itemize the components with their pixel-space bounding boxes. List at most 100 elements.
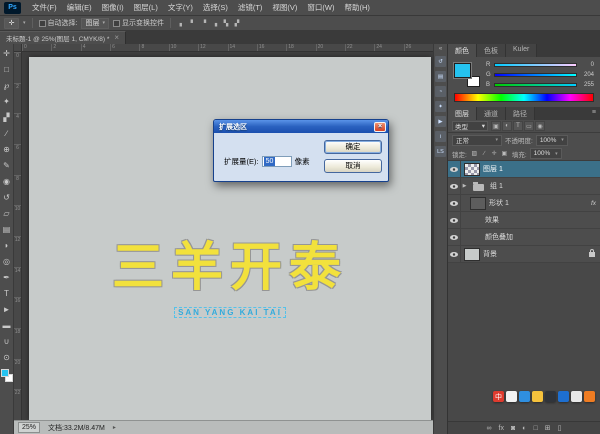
document-tab[interactable]: 未标题-1 @ 25%(图层 1, CMYK/8) * × [0, 31, 126, 44]
panel-tab[interactable]: 通道 [477, 107, 506, 120]
delete-layer-icon[interactable]: ▯ [558, 425, 562, 432]
layer-name[interactable]: 组 1 [490, 181, 503, 191]
properties-panel-icon[interactable]: ▤ [435, 71, 446, 82]
show-transform-checkbox[interactable]: 显示变换控件 [113, 18, 164, 28]
layer-name[interactable]: 图层 1 [483, 164, 503, 174]
tray-icon-6[interactable] [558, 391, 569, 402]
move-tool[interactable]: ✛ [0, 46, 14, 62]
menu-item[interactable]: 图像(I) [97, 0, 129, 15]
menu-item[interactable]: 选择(S) [198, 0, 233, 15]
slider-track[interactable] [494, 63, 577, 67]
ls-extension-icon[interactable]: LS [435, 146, 446, 157]
menu-item[interactable]: 图层(L) [129, 0, 163, 15]
tool-preset-arrow-icon[interactable]: ▾ [23, 20, 26, 26]
layer-thumbnail[interactable] [470, 197, 486, 210]
fill-dropdown[interactable]: 100% ▾ [530, 148, 562, 159]
align-icon[interactable]: ▝ [199, 18, 209, 28]
lasso-tool[interactable]: ℘ [0, 78, 14, 94]
group-twisty-icon[interactable]: ▶ [461, 183, 468, 189]
slider-track[interactable] [494, 83, 577, 87]
blend-mode-dropdown[interactable]: 正常 ▾ [452, 135, 502, 146]
dialog-close-button[interactable]: × [374, 122, 386, 132]
lock-option-icon[interactable]: ▨ [470, 149, 479, 158]
fx-badge[interactable]: fx [591, 200, 596, 207]
clone-stamp-tool[interactable]: ◉ [0, 174, 14, 190]
menu-item[interactable]: 窗口(W) [302, 0, 339, 15]
filter-kind-icon[interactable]: ▭ [524, 121, 534, 131]
auto-select-checkbox[interactable]: 自动选择: [39, 18, 78, 28]
visibility-toggle[interactable] [448, 161, 461, 177]
layer-row[interactable]: ▶ 组 1 [448, 178, 600, 195]
layer-row[interactable]: ▶ 颜色叠加 [448, 229, 600, 246]
layer-thumbnail[interactable] [464, 248, 480, 261]
cancel-button[interactable]: 取消 [324, 159, 382, 173]
visibility-toggle[interactable] [448, 229, 461, 245]
color-spectrum-ramp[interactable] [454, 93, 594, 102]
ok-button[interactable]: 确定 [324, 140, 382, 154]
layer-thumbnail[interactable] [471, 180, 487, 193]
rectangle-tool[interactable]: ▬ [0, 318, 14, 334]
align-icon[interactable]: ▚ [221, 18, 231, 28]
filter-kind-icon[interactable]: ▣ [491, 121, 501, 131]
layer-filter-dropdown[interactable]: 类型 ▾ [452, 121, 488, 131]
dialog-titlebar[interactable]: 扩展选区 × [214, 120, 388, 133]
adjustments-panel-icon[interactable]: ◔ [435, 86, 446, 97]
layer-row[interactable]: ▶ 形状 1 fx [448, 195, 600, 212]
menu-item[interactable]: 帮助(H) [340, 0, 375, 15]
adjustment-layer-icon[interactable]: ◐ [522, 425, 526, 432]
crop-tool[interactable]: ▞ [0, 110, 14, 126]
filter-kind-icon[interactable]: ◉ [535, 121, 545, 131]
align-icon[interactable]: ▞ [232, 18, 242, 28]
checkbox-icon[interactable] [39, 20, 46, 27]
brush-tool[interactable]: ✎ [0, 158, 14, 174]
type-tool[interactable]: T [0, 286, 14, 302]
zoom-level[interactable]: 25% [18, 422, 40, 433]
foreground-color-swatch[interactable] [454, 63, 471, 78]
new-layer-icon[interactable]: ⊞ [545, 425, 551, 432]
history-brush-tool[interactable]: ↺ [0, 190, 14, 206]
visibility-toggle[interactable] [448, 212, 461, 228]
lock-option-icon[interactable]: ✛ [490, 149, 499, 158]
foreground-color-swatch[interactable] [1, 369, 9, 377]
styles-panel-icon[interactable]: ✦ [435, 101, 446, 112]
healing-brush-tool[interactable]: ⊕ [0, 142, 14, 158]
eraser-tool[interactable]: ▱ [0, 206, 14, 222]
opacity-dropdown[interactable]: 100% ▾ [536, 135, 568, 146]
lock-option-icon[interactable]: ∕ [480, 149, 489, 158]
align-icon[interactable]: ▖ [177, 18, 187, 28]
pen-tool[interactable]: ✒ [0, 270, 14, 286]
visibility-toggle[interactable] [448, 178, 461, 194]
tray-icon-2[interactable] [506, 391, 517, 402]
actions-panel-icon[interactable]: ▶ [435, 116, 446, 127]
align-icon[interactable]: ▘ [188, 18, 198, 28]
tray-icon-8[interactable] [584, 391, 595, 402]
layer-row[interactable]: ▶ 背景 [448, 246, 600, 263]
info-panel-icon[interactable]: i [435, 131, 446, 142]
zoom-tool[interactable]: ⊙ [0, 350, 14, 366]
current-tool-icon[interactable]: ✛ [4, 18, 19, 29]
expand-amount-input[interactable]: 50 [262, 156, 292, 167]
menu-item[interactable]: 视图(V) [267, 0, 302, 15]
tray-icon-3[interactable] [519, 391, 530, 402]
hand-tool[interactable]: ∪ [0, 334, 14, 350]
filter-kind-icon[interactable]: ◐ [502, 121, 512, 131]
menu-item[interactable]: 滤镜(T) [233, 0, 268, 15]
path-selection-tool[interactable]: ► [0, 302, 14, 318]
visibility-toggle[interactable] [448, 195, 461, 211]
eyedropper-tool[interactable]: ∕ [0, 126, 14, 142]
filter-kind-icon[interactable]: T [513, 121, 523, 131]
marquee-tool[interactable]: □ [0, 62, 14, 78]
gradient-tool[interactable]: ▤ [0, 222, 14, 238]
color-swatches[interactable] [1, 369, 13, 382]
layer-name[interactable]: 背景 [483, 249, 497, 259]
layer-name[interactable]: 形状 1 [489, 198, 509, 208]
layer-thumbnail[interactable] [464, 163, 480, 176]
tray-icon-7[interactable] [571, 391, 582, 402]
channel-value[interactable]: 204 [580, 72, 594, 78]
panel-tab[interactable]: 路径 [506, 107, 535, 120]
tray-icon-5[interactable] [545, 391, 556, 402]
layer-style-icon[interactable]: fx [499, 425, 504, 432]
dodge-tool[interactable]: ◎ [0, 254, 14, 270]
panel-tab[interactable]: 图层 [448, 107, 477, 120]
visibility-toggle[interactable] [448, 246, 461, 262]
